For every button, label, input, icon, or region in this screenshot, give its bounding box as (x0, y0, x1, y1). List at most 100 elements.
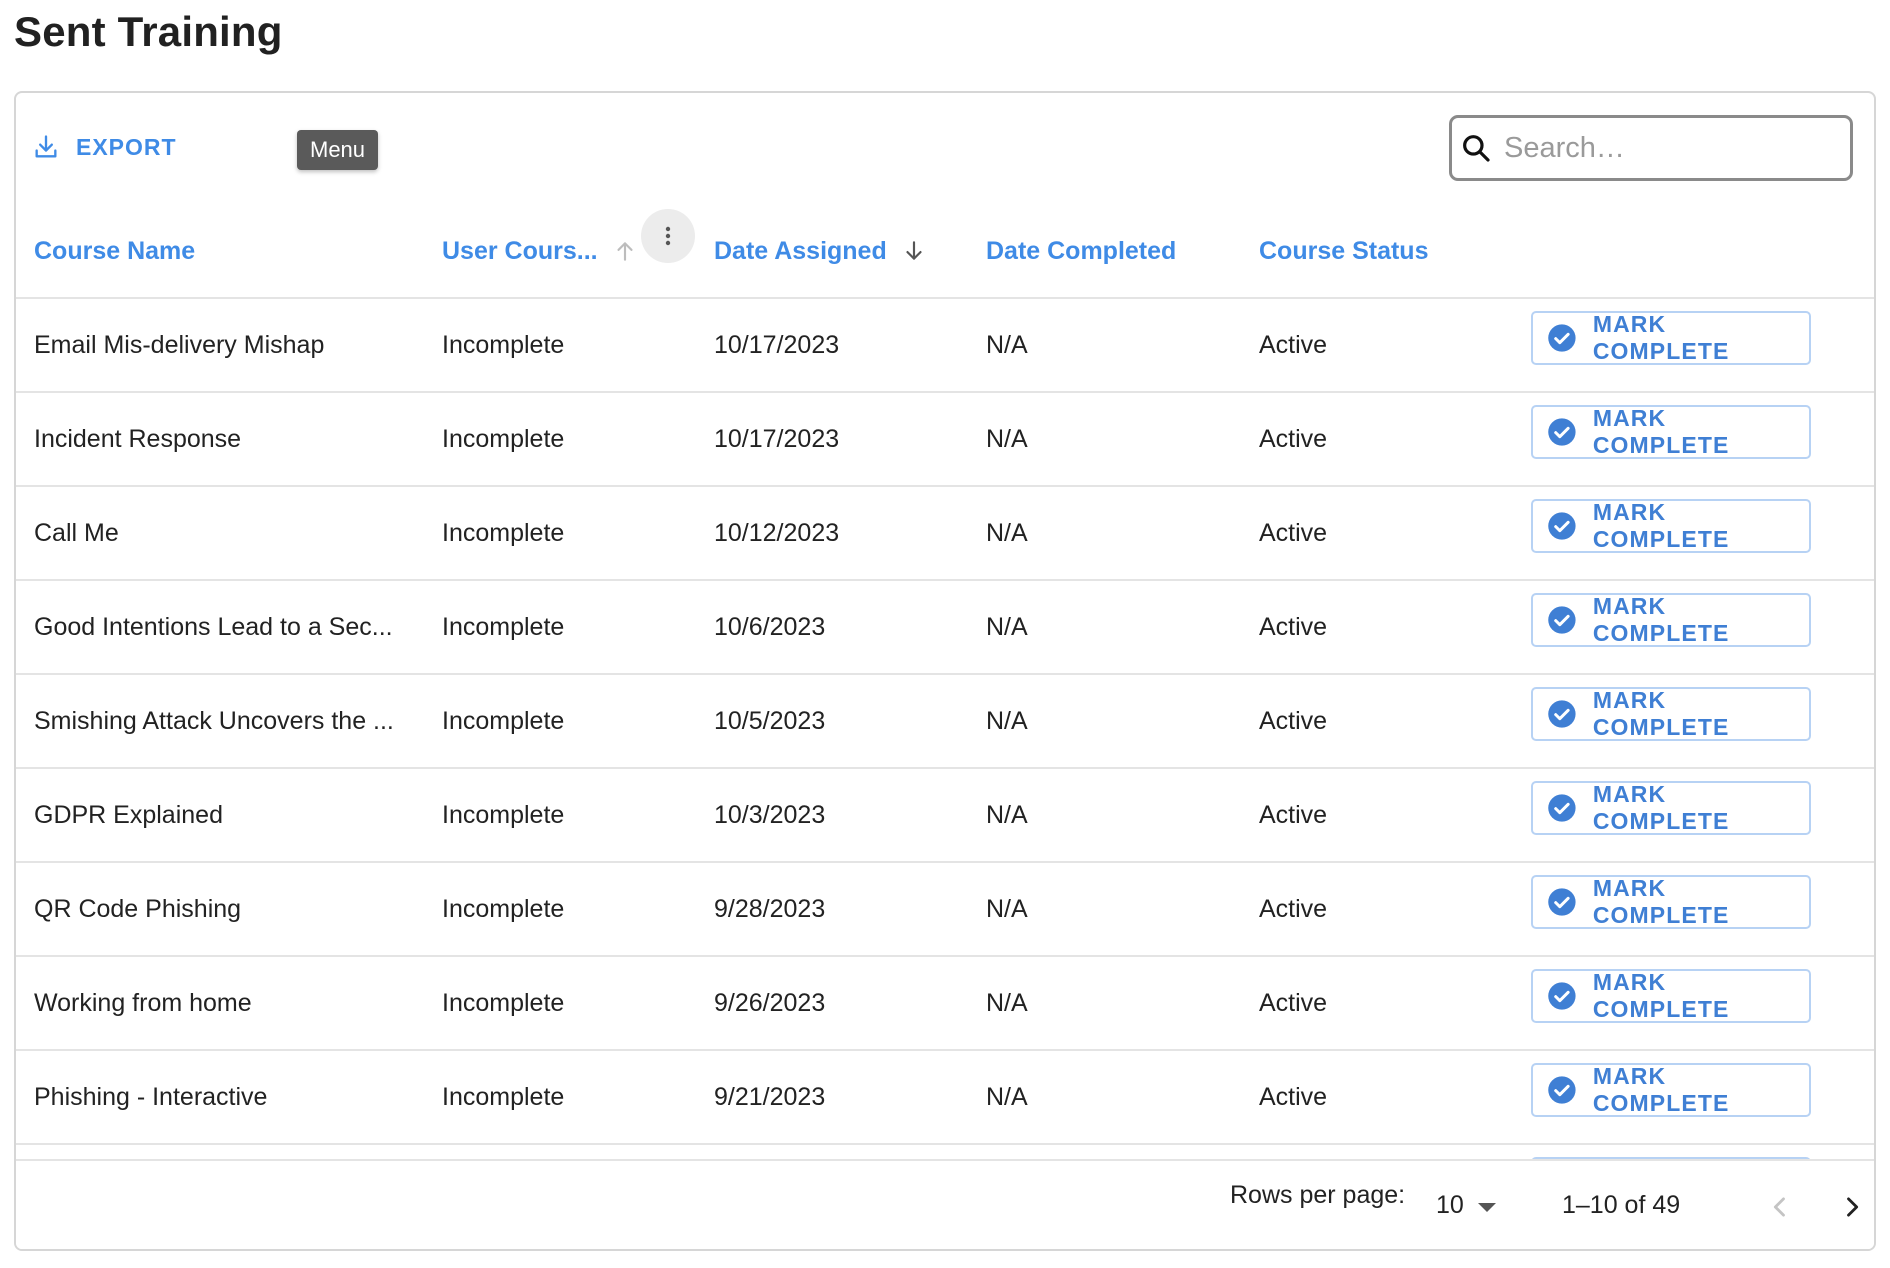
cell-user-course-status: Incomplete (442, 706, 565, 735)
column-header-date-assigned[interactable]: Date Assigned (714, 203, 927, 299)
cell-course-name: Phishing - Interactive (34, 1082, 268, 1111)
table-row[interactable]: Working from home Incomplete 9/26/2023 N/A A… (16, 957, 1874, 1051)
cell-date-assigned: 10/12/2023 (714, 518, 840, 547)
check-circle-icon (1548, 700, 1576, 728)
next-page-button[interactable] (1830, 1185, 1874, 1229)
table-row[interactable]: QR Code Phishing Incomplete 9/28/2023 N/A Ac… (16, 863, 1874, 957)
cell-date-completed: N/A (986, 612, 1028, 641)
cell-date-completed: N/A (986, 800, 1028, 829)
column-label: Course Status (1259, 236, 1429, 265)
cell-date-assigned: 10/17/2023 (714, 330, 840, 359)
mark-complete-button[interactable]: MARK COMPLETE (1531, 781, 1811, 835)
cell-course-name: Working from home (34, 988, 252, 1017)
menu-tooltip: Menu (297, 130, 379, 170)
cell-course-status: Active (1259, 424, 1328, 453)
cell-user-course-status: Incomplete (442, 612, 565, 641)
mark-complete-label: MARK COMPLETE (1592, 875, 1730, 928)
table-row[interactable]: Smishing Attack Uncovers the ... Incomple… (16, 675, 1874, 769)
cell-date-completed: N/A (986, 988, 1028, 1017)
cell-course-name: QR Code Phishing (34, 894, 242, 923)
mark-complete-label: MARK COMPLETE (1592, 593, 1730, 646)
download-icon (35, 135, 57, 158)
cell-date-completed: N/A (986, 330, 1028, 359)
table-row[interactable]: GDPR Explained Incomplete 10/3/2023 N/A Acti… (16, 769, 1874, 863)
sent-training-table: EXPORT Menu Course Name User Cours... Da… (14, 91, 1876, 1251)
cell-date-assigned: 10/17/2023 (714, 424, 840, 453)
column-header-course-name[interactable]: Course Name (34, 203, 195, 299)
column-header-user-course-status[interactable]: User Cours... (442, 203, 638, 299)
column-menu-button[interactable] (641, 209, 695, 263)
cell-course-name: Good Intentions Lead to a Sec... (34, 612, 393, 641)
previous-page-button[interactable] (1758, 1185, 1802, 1229)
rows-per-page-value: 10 (1436, 1191, 1464, 1219)
cell-date-completed: N/A (986, 706, 1028, 735)
cell-date-assigned: 10/5/2023 (714, 706, 826, 735)
mark-complete-label: MARK COMPLETE (1592, 499, 1730, 552)
check-circle-icon (1548, 606, 1576, 634)
caret-down-icon (1477, 1203, 1496, 1212)
cell-course-status: Active (1259, 330, 1328, 359)
table-row[interactable]: Good Intentions Lead to a Sec... Incomple… (16, 581, 1874, 675)
mark-complete-button[interactable]: MARK COMPLETE (1531, 311, 1811, 365)
cell-date-assigned: 10/3/2023 (714, 800, 826, 829)
more-vertical-icon (665, 226, 671, 246)
cell-user-course-status: Incomplete (442, 988, 565, 1017)
mark-complete-button[interactable]: MARK COMPLETE (1531, 1063, 1811, 1117)
mark-complete-label: MARK COMPLETE (1592, 405, 1730, 458)
cell-date-completed: N/A (986, 424, 1028, 453)
mark-complete-label: MARK COMPLETE (1592, 1063, 1730, 1116)
cell-user-course-status: Incomplete (442, 1082, 565, 1111)
search-field[interactable] (1449, 115, 1853, 181)
cell-course-status: Active (1259, 612, 1328, 641)
mark-complete-label: MARK COMPLETE (1592, 781, 1730, 834)
mark-complete-button[interactable]: MARK COMPLETE (1531, 405, 1811, 459)
column-header-course-status[interactable]: Course Status (1259, 203, 1428, 299)
table-row[interactable]: Call Me Incomplete 10/12/2023 N/A Active MARK… (16, 487, 1874, 581)
arrow-up-icon[interactable] (612, 238, 638, 264)
export-label: EXPORT (76, 133, 177, 160)
mark-complete-button[interactable]: MARK COMPLETE (1531, 875, 1811, 929)
rows-per-page-label: Rows per page: (1230, 1181, 1406, 1209)
mark-complete-label: MARK COMPLETE (1592, 969, 1730, 1022)
table-pagination: Rows per page: 10 1–10 of 49 (16, 1159, 1874, 1249)
table-toolbar: EXPORT Menu (16, 93, 1874, 203)
table-body: Email Mis-delivery Mishap Incomplete 10/17… (16, 299, 1874, 1159)
cell-user-course-status: Incomplete (442, 330, 565, 359)
cell-course-status: Active (1259, 518, 1328, 547)
column-label: Date Assigned (714, 236, 887, 265)
check-circle-icon (1548, 982, 1576, 1010)
check-circle-icon (1548, 512, 1576, 540)
cell-user-course-status: Incomplete (442, 800, 565, 829)
check-circle-icon (1548, 888, 1576, 916)
cell-user-course-status: Incomplete (442, 518, 565, 547)
table-row[interactable]: Incident Response Incomplete 10/17/2023 N/A… (16, 393, 1874, 487)
check-circle-icon (1548, 794, 1576, 822)
arrow-down-icon[interactable] (901, 238, 927, 264)
cell-course-status: Active (1259, 988, 1328, 1017)
cell-course-name: Smishing Attack Uncovers the ... (34, 706, 394, 735)
cell-date-assigned: 9/28/2023 (714, 894, 826, 923)
cell-course-status: Active (1259, 1082, 1328, 1111)
rows-per-page-select[interactable]: 10 (1436, 1191, 1496, 1220)
column-header-date-completed[interactable]: Date Completed (986, 203, 1176, 299)
column-label: User Cours... (442, 236, 598, 265)
cell-user-course-status: Incomplete (442, 424, 565, 453)
cell-date-completed: N/A (986, 518, 1028, 547)
check-circle-icon (1548, 324, 1576, 352)
mark-complete-button[interactable]: MARK COMPLETE (1531, 593, 1811, 647)
chevron-left-icon (1773, 1197, 1785, 1217)
table-row[interactable] (16, 1145, 1874, 1159)
mark-complete-button[interactable]: MARK COMPLETE (1531, 499, 1811, 553)
cell-course-name: GDPR Explained (34, 800, 223, 829)
search-input[interactable] (1504, 131, 1834, 165)
mark-complete-label: MARK COMPLETE (1592, 311, 1730, 364)
table-row[interactable]: Phishing - Interactive Incomplete 9/21/202… (16, 1051, 1874, 1145)
cell-date-assigned: 9/21/2023 (714, 1082, 826, 1111)
table-row[interactable]: Email Mis-delivery Mishap Incomplete 10/17… (16, 299, 1874, 393)
mark-complete-button[interactable]: MARK COMPLETE (1531, 687, 1811, 741)
mark-complete-label: MARK COMPLETE (1592, 687, 1730, 740)
mark-complete-button[interactable]: MARK COMPLETE (1531, 969, 1811, 1023)
cell-course-status: Active (1259, 706, 1328, 735)
export-button[interactable]: EXPORT (32, 125, 177, 169)
column-label: Date Completed (986, 236, 1177, 265)
